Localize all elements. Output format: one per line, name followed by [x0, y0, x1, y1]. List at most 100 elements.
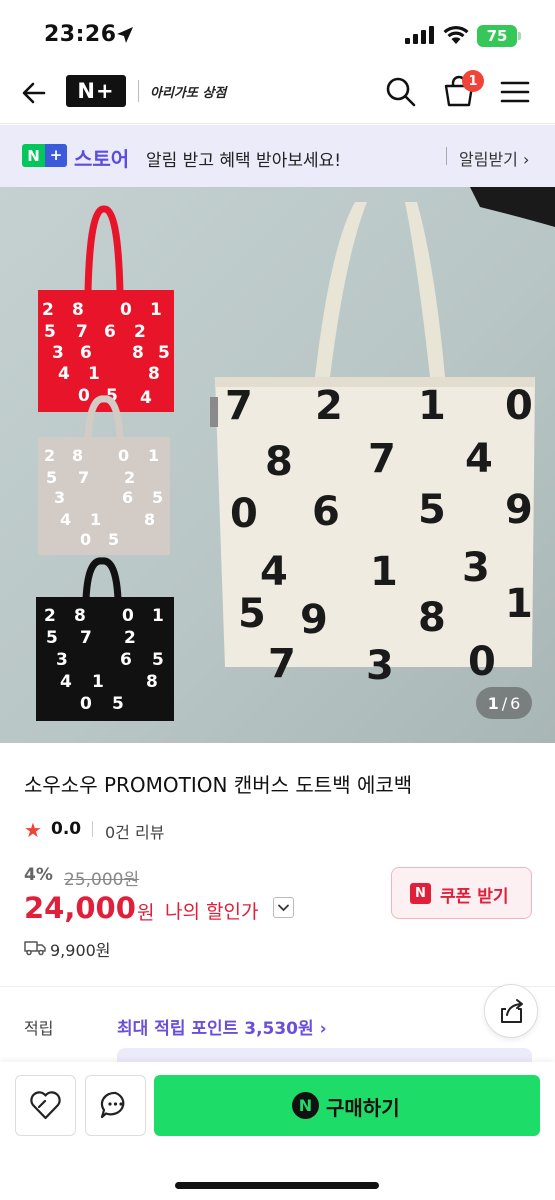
search-icon[interactable]	[383, 74, 419, 110]
svg-text:9: 9	[505, 487, 533, 533]
svg-text:5: 5	[158, 343, 170, 363]
svg-text:5: 5	[112, 694, 124, 714]
svg-text:6: 6	[120, 650, 132, 670]
svg-text:0: 0	[505, 383, 533, 429]
chevron-down-icon	[278, 904, 289, 912]
nav-divider	[138, 80, 139, 102]
svg-text:8: 8	[132, 343, 144, 363]
svg-text:5: 5	[152, 488, 163, 507]
svg-text:5: 5	[238, 591, 266, 637]
svg-text:8: 8	[72, 300, 84, 320]
shipping-fee: 9,900원	[50, 941, 111, 960]
share-icon	[501, 999, 523, 1023]
svg-text:2: 2	[315, 383, 343, 429]
svg-text:0: 0	[78, 386, 90, 406]
svg-text:0: 0	[80, 694, 92, 714]
star-icon: ★	[24, 818, 42, 842]
svg-text:0: 0	[122, 606, 134, 626]
svg-text:1: 1	[90, 510, 101, 529]
share-button[interactable]	[484, 984, 538, 1038]
svg-text:5: 5	[418, 487, 446, 533]
image-counter-separator: /	[501, 693, 508, 713]
svg-text:0: 0	[468, 639, 496, 685]
svg-text:7: 7	[368, 436, 396, 482]
svg-text:7: 7	[76, 322, 88, 342]
svg-text:8: 8	[265, 439, 293, 485]
svg-text:4: 4	[58, 364, 70, 384]
buy-button[interactable]: N 구매하기	[154, 1075, 540, 1136]
alarm-subscribe-button[interactable]: 알림받기 ›	[459, 146, 529, 170]
points-detail-box	[117, 1048, 532, 1062]
menu-icon[interactable]	[498, 76, 532, 108]
coupon-button[interactable]: N 쿠폰 받기	[391, 867, 532, 919]
original-price: 25,000원	[64, 870, 140, 890]
naver-pay-icon: N	[292, 1092, 319, 1119]
svg-text:6: 6	[312, 489, 340, 535]
top-nav: N+ 아리가또 상점 1	[0, 62, 555, 124]
chat-inquiry-button[interactable]	[85, 1075, 146, 1136]
svg-text:1: 1	[152, 606, 164, 626]
svg-text:8: 8	[146, 672, 158, 692]
svg-text:3: 3	[366, 643, 394, 689]
status-time: 23:26	[44, 22, 117, 47]
svg-text:2: 2	[124, 628, 136, 648]
review-count-link[interactable]: 0건 리뷰	[105, 819, 164, 843]
cart-badge: 1	[462, 70, 484, 92]
store-name[interactable]: 아리가또 상점	[150, 82, 226, 101]
battery-cap	[518, 32, 521, 40]
location-arrow-icon	[117, 27, 133, 43]
svg-text:7: 7	[225, 383, 253, 429]
svg-text:4: 4	[260, 549, 288, 595]
like-button[interactable]	[15, 1075, 76, 1136]
discount-rate: 4%	[24, 865, 53, 885]
svg-text:8: 8	[144, 510, 155, 529]
svg-text:1: 1	[418, 383, 446, 429]
svg-text:3: 3	[52, 343, 64, 363]
image-page-indicator: 1 / 6	[476, 687, 532, 719]
wifi-icon	[443, 25, 469, 44]
status-bar: 23:26 75	[0, 0, 555, 62]
banner-text: 알림 받고 혜택 받아보세요!	[146, 151, 342, 171]
svg-text:3: 3	[54, 488, 65, 507]
svg-text:2: 2	[44, 446, 55, 465]
price-detail-toggle[interactable]	[273, 897, 294, 918]
svg-text:1: 1	[148, 446, 159, 465]
purchase-bar: N 구매하기	[0, 1062, 555, 1200]
svg-text:6: 6	[80, 343, 92, 363]
svg-text:9: 9	[300, 597, 328, 643]
svg-text:0: 0	[120, 300, 132, 320]
rating-score: 0.0	[51, 819, 82, 839]
points-label: 적립	[24, 1019, 54, 1038]
svg-text:1: 1	[150, 300, 162, 320]
my-price-label[interactable]: 나의 할인가	[165, 897, 258, 924]
price-currency: 원	[137, 902, 155, 924]
svg-text:3: 3	[462, 545, 490, 591]
svg-text:2: 2	[44, 606, 56, 626]
naver-coupon-icon: N	[410, 883, 431, 904]
sale-price: 24,000	[24, 891, 136, 925]
svg-text:1: 1	[88, 364, 100, 384]
svg-text:5: 5	[108, 530, 119, 549]
svg-text:7: 7	[78, 468, 89, 487]
svg-text:3: 3	[56, 650, 68, 670]
svg-text:7: 7	[268, 641, 296, 687]
svg-text:8: 8	[74, 606, 86, 626]
svg-text:0: 0	[230, 491, 258, 537]
svg-text:1: 1	[505, 581, 533, 627]
back-arrow-icon[interactable]	[18, 76, 52, 110]
svg-text:0: 0	[118, 446, 129, 465]
battery-icon: 75	[477, 25, 517, 47]
image-total-count: 6	[510, 693, 521, 713]
svg-text:7: 7	[80, 628, 92, 648]
max-points-link[interactable]: 최대 적립 포인트 3,530원 ›	[117, 1014, 327, 1039]
svg-text:6: 6	[104, 322, 116, 342]
svg-text:4: 4	[60, 510, 71, 529]
svg-text:6: 6	[122, 488, 133, 507]
naver-plus-logo[interactable]: N+	[66, 75, 126, 107]
svg-text:4: 4	[60, 672, 72, 692]
svg-text:5: 5	[152, 650, 164, 670]
product-image[interactable]: 7210 874 0659 413 5981 730 2801 5762 368…	[0, 187, 555, 743]
store-label: 스토어	[74, 147, 130, 171]
svg-text:8: 8	[148, 364, 160, 384]
svg-text:5: 5	[46, 468, 57, 487]
